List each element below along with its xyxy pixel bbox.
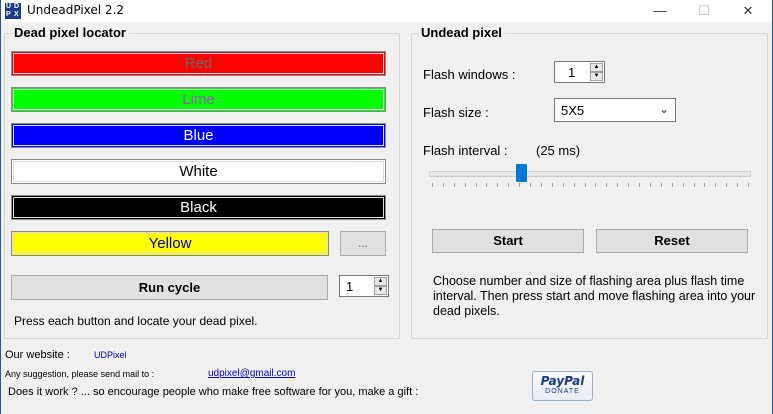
flash-size-select[interactable]: 5X5 ⌄ — [554, 98, 676, 122]
suggestion-label: Any suggestion, please send mail to : — [5, 369, 155, 379]
icon-letter: P — [6, 11, 11, 18]
slider-tick — [573, 183, 575, 187]
slider-tick — [497, 183, 499, 187]
reset-button[interactable]: Reset — [596, 229, 748, 253]
app-icon: U D P X — [5, 3, 21, 19]
yellow-button-label: Yellow — [148, 235, 192, 252]
flash-interval-label: Flash interval : — [423, 143, 508, 158]
stepper-up-icon[interactable]: ▲ — [374, 277, 387, 286]
close-icon: ✕ — [742, 3, 754, 18]
stepper-down-icon[interactable]: ▼ — [590, 72, 603, 81]
locator-instructions: Press each button and locate your dead p… — [14, 314, 258, 328]
slider-tick — [562, 183, 564, 187]
flash-windows-value[interactable]: 1 — [568, 65, 575, 80]
icon-letter: D — [14, 3, 20, 10]
slider-tick — [726, 183, 728, 187]
gift-text: Does it work ? ... so encourage people w… — [8, 386, 419, 398]
slider-tick — [442, 183, 444, 187]
slider-tick — [737, 183, 739, 187]
website-link[interactable]: UDPixel — [94, 350, 127, 360]
slider-tick — [748, 183, 749, 187]
slider-tick — [671, 183, 673, 187]
slider-tick — [606, 183, 608, 187]
slider-tick — [584, 183, 586, 187]
slider-tick — [617, 183, 619, 187]
paypal-logo-text: PayPal — [540, 374, 585, 388]
slider-tick — [715, 183, 717, 187]
slider-tick — [639, 183, 641, 187]
maximize-icon: ☐ — [698, 3, 710, 18]
paypal-donate-button[interactable]: PayPal DONATE — [532, 371, 593, 401]
slider-tick — [475, 183, 477, 187]
flash-windows-stepper[interactable]: 1 ▲ ▼ — [554, 61, 605, 83]
lime-button-label: Lime — [182, 91, 215, 108]
stepper-arrows: ▲ ▼ — [590, 63, 603, 81]
blue-button[interactable]: Blue — [11, 123, 386, 148]
icon-letter: X — [14, 11, 19, 18]
slider-tick — [519, 183, 521, 187]
stepper-up-icon[interactable]: ▲ — [590, 63, 603, 72]
flash-interval-value: (25 ms) — [536, 143, 581, 158]
app-window: U D P X UndeadPixel 2.2 — ☐ ✕ Dead pixel… — [0, 0, 773, 414]
black-button[interactable]: Black — [11, 195, 386, 220]
slider-tick — [628, 183, 630, 187]
flash-size-value: 5X5 — [561, 103, 585, 118]
run-cycle-button[interactable]: Run cycle — [11, 275, 328, 300]
slider-tick — [682, 183, 684, 187]
slider-ticks — [432, 183, 749, 187]
slider-tick — [453, 183, 455, 187]
red-button[interactable]: Red — [11, 51, 386, 76]
start-button[interactable]: Start — [432, 229, 584, 253]
blue-button-label: Blue — [183, 127, 214, 144]
slider-tick — [486, 183, 488, 187]
flash-interval-track[interactable] — [429, 171, 751, 177]
lime-button[interactable]: Lime — [11, 87, 386, 112]
window-title: UndeadPixel 2.2 — [27, 3, 125, 17]
slider-tick — [704, 183, 706, 187]
slider-tick — [540, 183, 542, 187]
close-button[interactable]: ✕ — [726, 0, 770, 22]
start-label: Start — [493, 233, 523, 248]
red-button-label: Red — [184, 55, 213, 72]
chevron-down-icon: ⌄ — [658, 102, 669, 116]
slider-tick — [649, 183, 651, 187]
flash-interval-slider-thumb[interactable] — [516, 164, 528, 182]
slider-tick — [551, 183, 553, 187]
slider-tick — [432, 183, 433, 187]
stepper-arrows: ▲ ▼ — [374, 277, 387, 295]
email-link[interactable]: udpixel@gmail.com — [208, 368, 295, 379]
undead-description: Choose number and size of flashing area … — [433, 274, 756, 318]
slider-tick — [595, 183, 597, 187]
cycle-count-stepper[interactable]: 1 ▲ ▼ — [339, 275, 389, 297]
minimize-icon: — — [653, 3, 667, 18]
custom-color-button[interactable]: ... — [340, 231, 386, 256]
slider-tick — [693, 183, 695, 187]
slider-tick — [508, 183, 510, 187]
custom-color-label: ... — [357, 236, 368, 250]
black-button-label: Black — [180, 199, 217, 216]
slider-tick — [464, 183, 466, 187]
website-label: Our website : — [5, 349, 70, 361]
yellow-button[interactable]: Yellow — [11, 231, 329, 256]
slider-tick — [660, 183, 662, 187]
title-bar[interactable]: U D P X UndeadPixel 2.2 — ☐ ✕ — [1, 0, 772, 22]
icon-letter: U — [6, 3, 12, 10]
white-button[interactable]: White — [11, 159, 386, 184]
minimize-button[interactable]: — — [638, 0, 682, 22]
donate-label: DONATE — [545, 388, 580, 395]
reset-label: Reset — [654, 233, 690, 248]
white-button-label: White — [179, 163, 218, 180]
cycle-count-value[interactable]: 1 — [346, 279, 353, 294]
flash-windows-label: Flash windows : — [423, 67, 516, 82]
run-cycle-label: Run cycle — [138, 280, 201, 295]
undead-group-title: Undead pixel — [418, 25, 505, 40]
stepper-down-icon[interactable]: ▼ — [374, 286, 387, 295]
maximize-button[interactable]: ☐ — [682, 0, 726, 22]
slider-tick — [530, 183, 532, 187]
flash-size-label: Flash size : — [423, 105, 489, 120]
locator-group-title: Dead pixel locator — [11, 25, 129, 40]
